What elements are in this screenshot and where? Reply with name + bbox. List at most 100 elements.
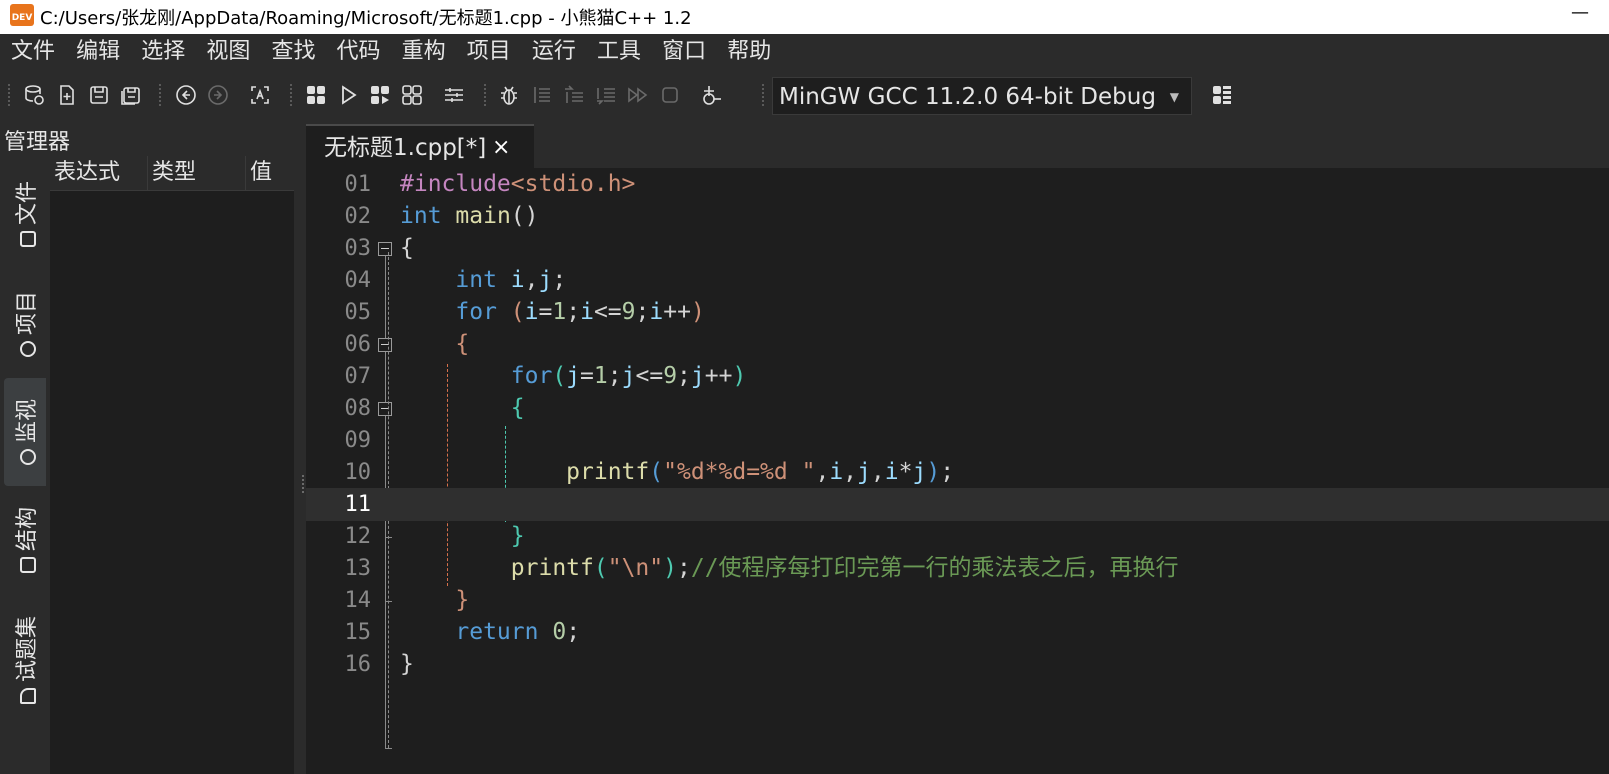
line-number: 10 [344,460,372,485]
code-text: } [510,523,525,549]
tab-files-label: 文件 [15,180,40,226]
stop-icon[interactable] [658,83,682,107]
new-file-icon[interactable] [55,83,79,107]
panel-title: 管理器 [4,130,71,155]
tab-files[interactable]: 文件 [4,160,46,268]
line-number: 15 [344,620,372,645]
find-icon[interactable] [248,83,272,107]
menu-code[interactable]: 代码 [337,34,381,70]
code-line: 04 int i,j; [306,264,1609,297]
menu-select[interactable]: 选择 [141,34,185,70]
watch-table[interactable]: 表达式 类型 值 [50,156,294,774]
close-icon[interactable]: × [492,126,510,170]
menu-bar: 文件 编辑 选择 视图 查找 代码 重构 项目 运行 工具 窗口 帮助 [0,34,1609,70]
editor-tab-bar: 无标题1.cpp[*] × [306,120,1609,169]
menu-view[interactable]: 视图 [206,34,250,70]
code-line: 08 { [306,392,1609,425]
options-icon[interactable] [442,83,466,107]
code-text: } [400,651,414,677]
menu-refactor[interactable]: 重构 [402,34,446,70]
save-icon[interactable] [87,83,111,107]
code-line: 10 printf("%d*%d=%d ",i,j,i*j); [306,456,1609,489]
compiler-options-icon[interactable] [1210,83,1234,107]
code-line: 09 [306,424,1609,457]
chevron-down-icon: ▼ [1169,90,1179,104]
compiler-select-value: MinGW GCC 11.2.0 64-bit Debug [779,84,1156,110]
column-type[interactable]: 类型 [148,156,246,190]
add-watch-icon[interactable] [700,83,724,107]
tab-problem-set-label: 试题集 [15,615,40,683]
menu-file[interactable]: 文件 [11,34,55,70]
code-line: 01 #include<stdio.h> [306,168,1609,201]
compile-icon[interactable] [304,83,328,107]
open-project-icon[interactable] [22,83,46,107]
file-icon [20,231,36,248]
code-text: int i,j; [455,267,567,293]
panel-tabs: 文件 项目 监视 结构 试题集 [0,158,48,774]
menu-window[interactable]: 窗口 [662,34,706,70]
fold-end-marker [385,748,392,749]
menu-search[interactable]: 查找 [271,34,315,70]
tab-problem-set[interactable]: 试题集 [4,598,46,722]
run-icon[interactable] [336,83,360,107]
toolbar-grip[interactable] [484,84,489,106]
save-all-icon[interactable] [119,83,143,107]
code-text: } [455,587,470,613]
forward-icon[interactable] [206,83,230,107]
column-value[interactable]: 值 [246,156,294,190]
window-title: C:/Users/张龙刚/AppData/Roaming/Microsoft/无… [40,8,692,29]
minimize-button[interactable]: — [1571,2,1589,23]
code-line: 05 for (i=1;i<=9;i++) [306,296,1609,329]
continue-icon[interactable] [626,83,650,107]
watch-icon [20,449,36,466]
line-number: 03 [344,236,372,261]
menu-help[interactable]: 帮助 [727,34,771,70]
code-text: for(j=1;j<=9;j++) [510,363,747,389]
tab-watch[interactable]: 监视 [4,378,46,486]
code-text: return 0; [455,619,581,645]
back-icon[interactable] [174,83,198,107]
code-text: int main() [400,203,539,229]
toolbar-grip[interactable] [290,84,295,106]
toolbar-grip[interactable] [762,84,767,106]
line-number: 12 [344,524,372,549]
line-number: 11 [344,492,372,517]
tab-watch-label: 监视 [15,398,40,444]
code-editor[interactable]: 01 #include<stdio.h> 02 int main() 03 { … [306,168,1609,774]
toolbar-grip[interactable] [159,84,164,106]
code-text: #include<stdio.h> [400,171,636,197]
code-text: { [455,331,470,357]
line-number: 01 [344,172,372,197]
toolbar-grip[interactable] [8,84,13,106]
menu-run[interactable]: 运行 [532,34,576,70]
compiler-select[interactable]: MinGW GCC 11.2.0 64-bit Debug ▼ [772,77,1192,115]
menu-tools[interactable]: 工具 [597,34,641,70]
tab-structure[interactable]: 结构 [4,486,46,594]
current-line: 11 [306,488,1609,521]
step-over-icon[interactable] [530,83,554,107]
app-logo-icon: DEV [10,4,34,26]
code-line: 16 } [306,648,1609,681]
step-out-icon[interactable] [594,83,618,107]
code-text: printf("\n");//使程序每打印完第一行的乘法表之后，再换行 [510,555,1179,581]
compile-run-icon[interactable] [368,83,392,107]
code-line: 15 return 0; [306,616,1609,649]
line-number: 02 [344,204,372,229]
code-line: 07 for(j=1;j<=9;j++) [306,360,1609,393]
tab-project[interactable]: 项目 [4,270,46,378]
tab-untitled1[interactable]: 无标题1.cpp[*] × [306,124,534,168]
menu-project[interactable]: 项目 [467,34,511,70]
line-number: 06 [344,332,372,357]
line-number: 07 [344,364,372,389]
line-number: 04 [344,268,372,293]
project-icon [20,341,36,358]
line-number: 08 [344,396,372,421]
debug-icon[interactable] [497,83,521,107]
code-text: printf("%d*%d=%d ",i,j,i*j); [566,459,955,485]
title-bar: DEV C:/Users/张龙刚/AppData/Roaming/Microso… [0,0,1609,34]
line-number: 14 [344,588,372,613]
menu-edit[interactable]: 编辑 [76,34,120,70]
step-into-icon[interactable] [562,83,586,107]
column-expression[interactable]: 表达式 [50,156,148,190]
rebuild-icon[interactable] [400,83,424,107]
